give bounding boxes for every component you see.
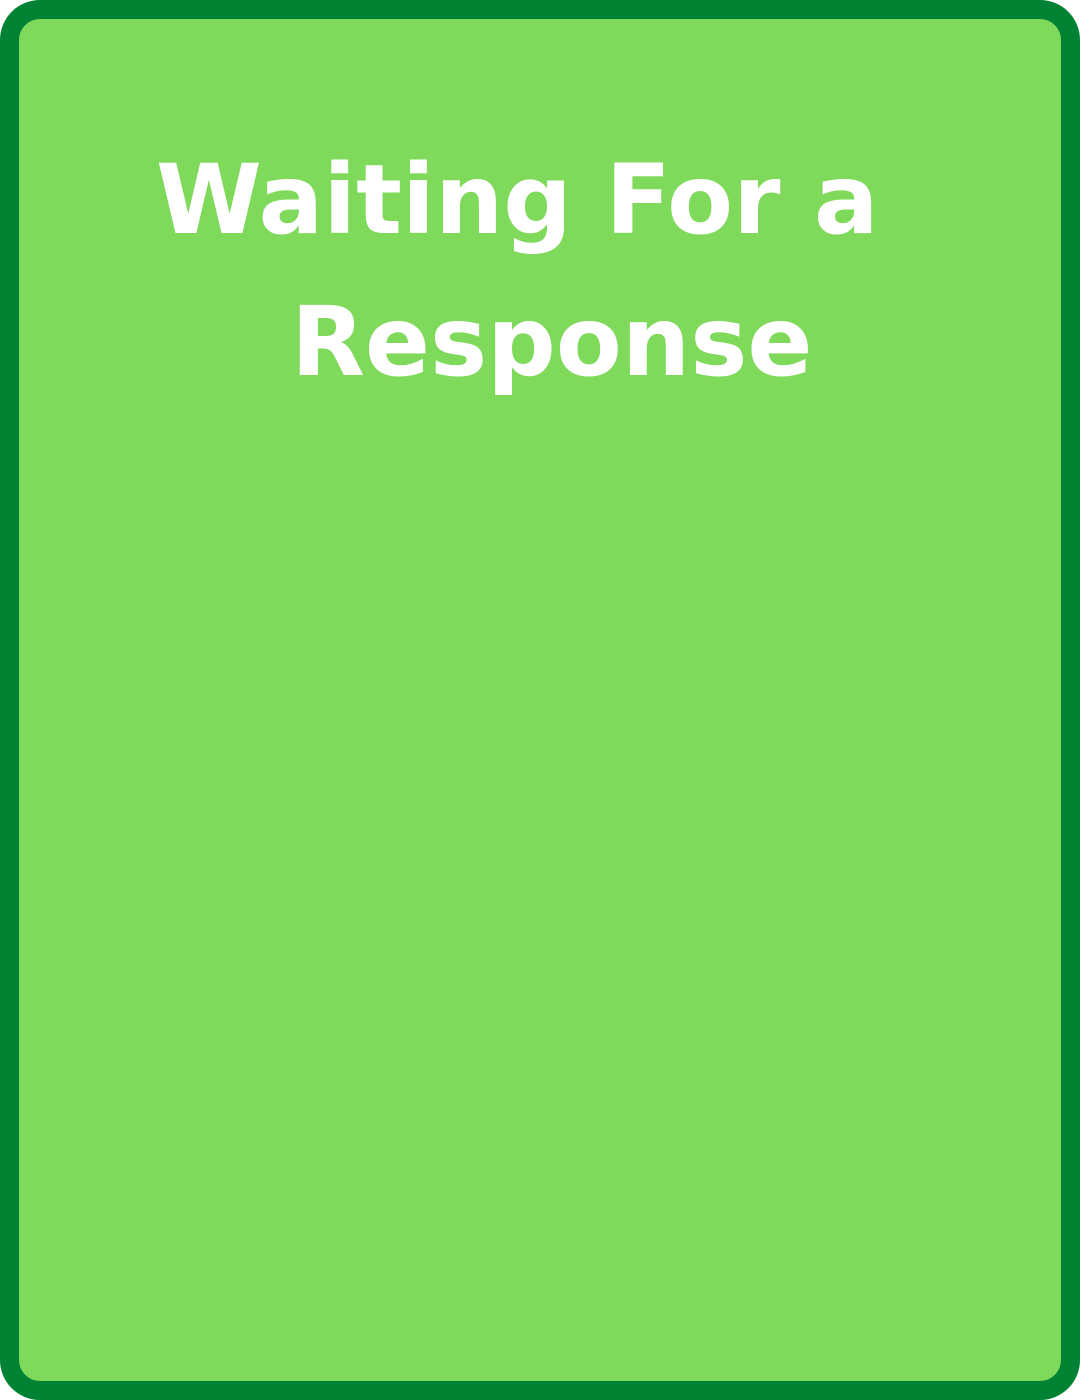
card-title-line-1: Waiting For a bbox=[156, 144, 879, 256]
status-card: Waiting For a Response bbox=[0, 0, 1080, 1400]
card-title-line-2: Response bbox=[291, 286, 813, 398]
